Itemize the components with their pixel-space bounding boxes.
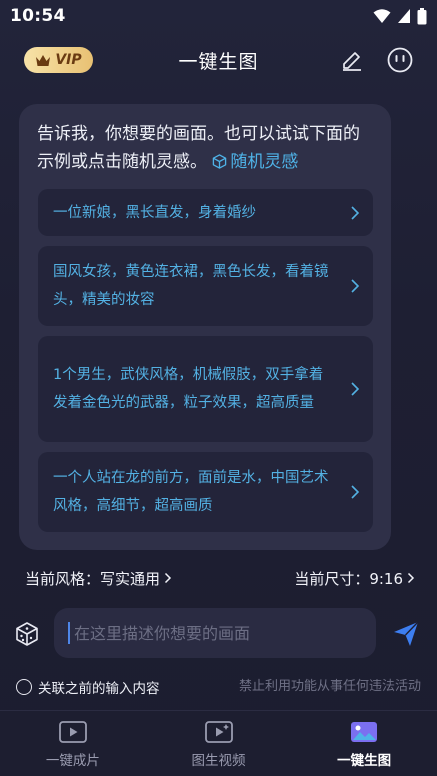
status-icons [373, 7, 427, 25]
status-bar: 10:54 [0, 0, 437, 32]
bottom-tab-bar: 一键成片 图生视频 一键生图 [0, 710, 437, 776]
associate-previous-toggle[interactable]: 关联之前的输入内容 [16, 678, 160, 697]
random-inspiration-link[interactable]: 随机灵感 [212, 152, 298, 172]
associate-label: 关联之前的输入内容 [38, 681, 160, 697]
chevron-right-icon [351, 485, 360, 499]
image-gallery-icon [351, 722, 378, 742]
chevron-right-icon [407, 572, 415, 584]
tab-one-click-video[interactable]: 一键成片 [0, 711, 146, 776]
random-inspiration-label: 随机灵感 [230, 152, 299, 172]
intro-text: 告诉我，你想要的画面。也可以试试下面的示例或点击随机灵感。 随机灵感 [37, 120, 373, 176]
tab-label: 图生视频 [191, 753, 246, 769]
signal-icon [398, 9, 410, 23]
example-prompt-card[interactable]: 一位新娘，黑长直发，身着婚纱 [38, 189, 373, 236]
robot-face-icon[interactable] [387, 47, 413, 73]
cube-icon [213, 154, 227, 169]
send-icon[interactable] [392, 620, 420, 648]
style-label: 当前风格：写实通用 [25, 569, 161, 588]
dice-icon[interactable] [14, 621, 40, 647]
example-prompt-text: 1个男生，武侠风格，机械假肢，双手拿着发着金色光的武器，粒子效果，超高质量 [53, 367, 324, 411]
chevron-right-icon [351, 205, 360, 220]
video-play-icon [58, 721, 87, 743]
disclaimer-text: 禁止利用功能从事任何违法活动 [238, 679, 421, 694]
header: VIP 一键生图 [0, 38, 437, 82]
vip-button[interactable]: VIP [24, 47, 93, 73]
vip-label: VIP [55, 52, 82, 68]
size-label: 当前尺寸：9:16 [294, 569, 403, 588]
example-prompt-text: 国风女孩，黄色连衣裙，黑色长发，看着镜头，精美的妆容 [53, 264, 329, 308]
tab-label: 一键生图 [337, 753, 392, 769]
battery-icon [417, 7, 427, 24]
size-selector[interactable]: 当前尺寸：9:16 [294, 566, 415, 590]
radio-button[interactable] [16, 679, 32, 695]
tab-one-click-image[interactable]: 一键生图 [291, 711, 437, 776]
tab-image-to-video[interactable]: 图生视频 [146, 711, 292, 776]
page-title: 一键生图 [178, 50, 259, 73]
image-video-icon [204, 721, 233, 743]
edit-icon[interactable] [340, 48, 364, 72]
prompt-input[interactable] [68, 622, 362, 644]
prompt-input-box[interactable] [54, 608, 376, 658]
chevron-right-icon [164, 572, 172, 584]
intro-message: 告诉我，你想要的画面。也可以试试下面的示例或点击随机灵感。 [37, 124, 360, 172]
wifi-icon [373, 9, 391, 23]
crown-icon [36, 54, 51, 66]
example-prompt-card[interactable]: 国风女孩，黄色连衣裙，黑色长发，看着镜头，精美的妆容 [38, 246, 373, 326]
tab-label: 一键成片 [45, 753, 100, 769]
example-prompt-card[interactable]: 1个男生，武侠风格，机械假肢，双手拿着发着金色光的武器，粒子效果，超高质量 [38, 336, 373, 442]
example-prompt-text: 一个人站在龙的前方，面前是水，中国艺术风格，高细节，超高画质 [53, 470, 329, 514]
example-prompt-card[interactable]: 一个人站在龙的前方，面前是水，中国艺术风格，高细节，超高画质 [38, 452, 373, 532]
status-time: 10:54 [10, 6, 66, 26]
chevron-right-icon [351, 382, 360, 396]
chevron-right-icon [351, 279, 360, 293]
style-selector[interactable]: 当前风格：写实通用 [25, 566, 172, 590]
assistant-message: 告诉我，你想要的画面。也可以试试下面的示例或点击随机灵感。 随机灵感 一位新娘，… [19, 104, 391, 550]
example-prompt-text: 一位新娘，黑长直发，身着婚纱 [53, 204, 256, 221]
